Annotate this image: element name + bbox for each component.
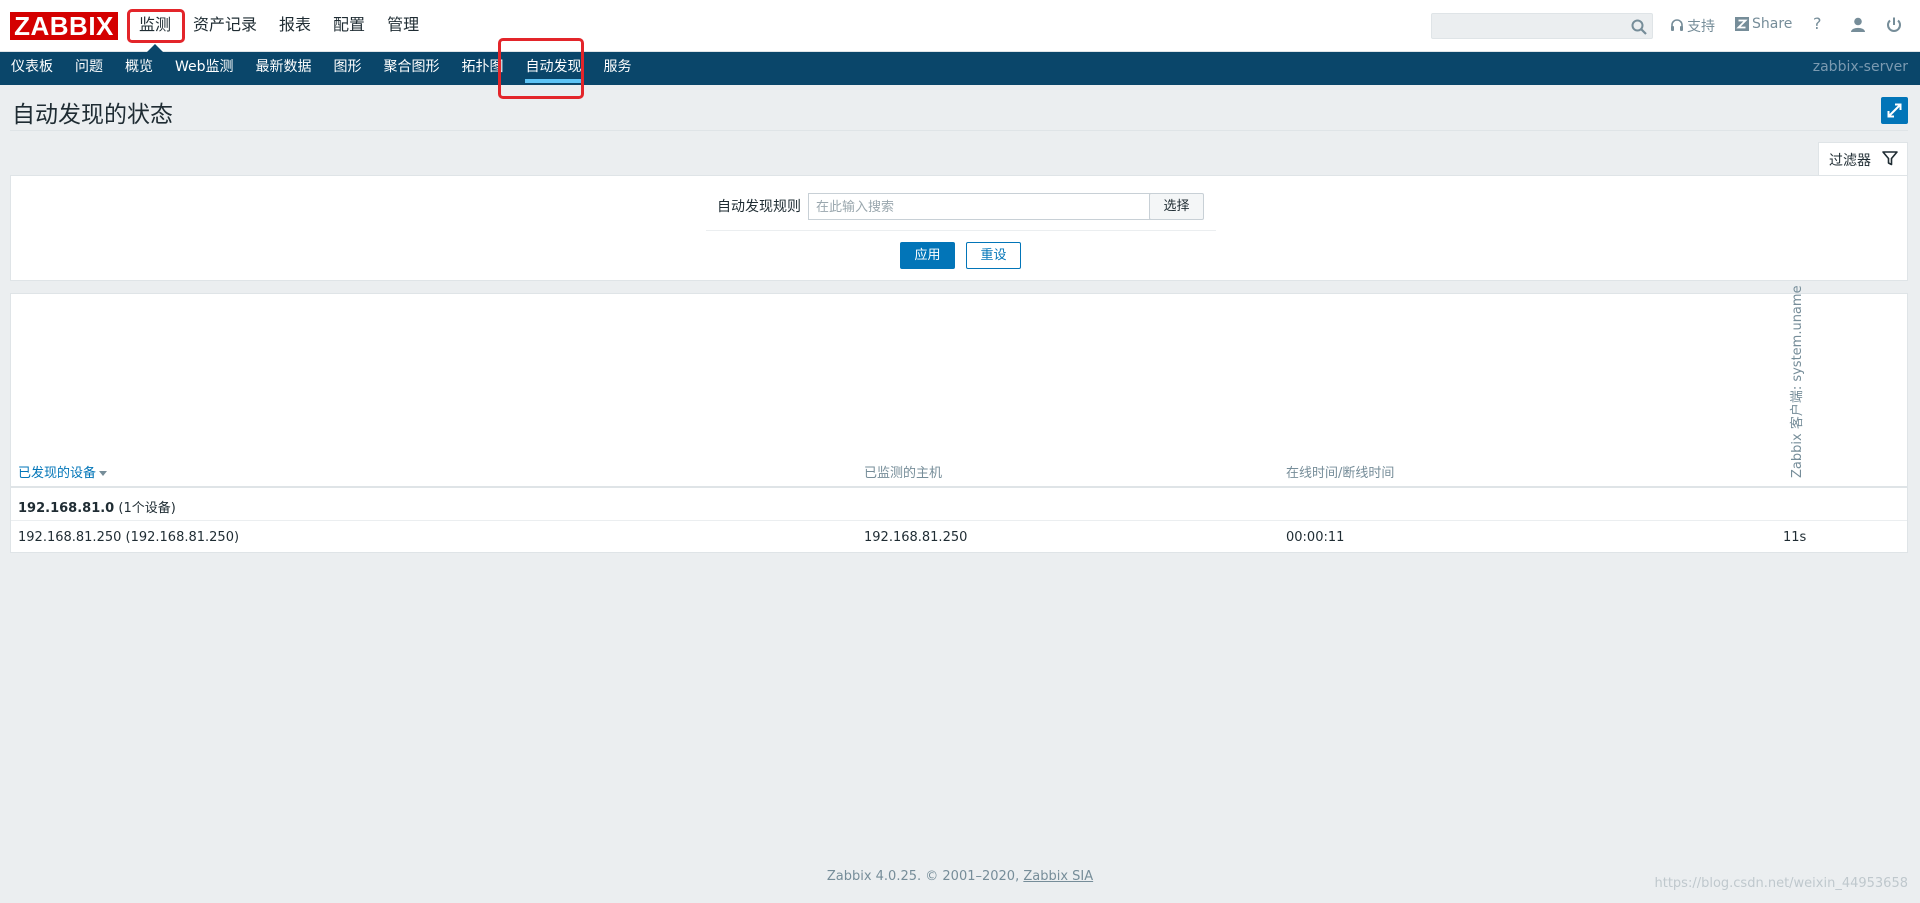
main-menu-administration[interactable]: 管理 <box>376 0 430 52</box>
sub-nav-discovery[interactable]: 自动发现 <box>515 52 593 85</box>
sort-desc-icon <box>99 471 108 476</box>
top-header: ZABBIX 监测 资产记录 报表 配置 管理 支持 Share ? <box>0 0 1920 52</box>
select-button[interactable]: 选择 <box>1149 193 1204 220</box>
main-menu-configuration[interactable]: 配置 <box>322 0 376 52</box>
uptime-cell: 00:00:11 <box>1286 530 1345 545</box>
zabbix-logo[interactable]: ZABBIX <box>10 12 118 40</box>
column-header-discovered-device-label: 已发现的设备 <box>18 466 97 481</box>
filter-panel: 自动发现规则 选择 应用 重设 <box>10 175 1908 281</box>
page-title: 自动发现的状态 <box>12 102 173 128</box>
monitored-host-cell[interactable]: 192.168.81.250 <box>864 530 967 545</box>
watermark: https://blog.csdn.net/weixin_44953658 <box>1654 876 1908 891</box>
server-name: zabbix-server <box>1812 59 1908 75</box>
user-profile-icon[interactable] <box>1848 15 1868 35</box>
sub-nav-screens[interactable]: 聚合图形 <box>373 52 451 85</box>
column-header-uptime-downtime: 在线时间/断线时间 <box>1286 466 1395 481</box>
main-menu: 监测 资产记录 报表 配置 管理 <box>128 0 430 52</box>
sub-nav-web[interactable]: Web监测 <box>164 52 245 85</box>
table-group-row: 192.168.81.0 (1个设备) <box>11 488 1907 521</box>
sub-nav-items: 仪表板 问题 概览 Web监测 最新数据 图形 聚合图形 拓扑图 自动发现 服务 <box>0 52 643 85</box>
reset-button[interactable]: 重设 <box>966 242 1021 269</box>
filter-tab-label: 过滤器 <box>1829 153 1871 169</box>
column-header-check: Zabbix 客户端: system.uname <box>1790 285 1805 478</box>
share-link[interactable]: Share <box>1735 16 1792 32</box>
sub-nav-graphs[interactable]: 图形 <box>323 52 373 85</box>
discovery-rule-input[interactable] <box>808 193 1157 220</box>
support-label: 支持 <box>1687 19 1715 35</box>
main-menu-reports[interactable]: 报表 <box>268 0 322 52</box>
share-label: Share <box>1752 16 1793 32</box>
sub-nav-overview[interactable]: 概览 <box>114 52 164 85</box>
search-icon[interactable] <box>1630 18 1648 36</box>
zabbix-share-icon <box>1735 17 1749 31</box>
group-name: 192.168.81.0 <box>18 501 115 516</box>
footer-text: Zabbix 4.0.25. © 2001–2020, <box>826 869 1020 884</box>
sub-nav-problems[interactable]: 问题 <box>64 52 114 85</box>
table-row: 192.168.81.250 (192.168.81.250) 192.168.… <box>11 521 1907 554</box>
support-link[interactable]: 支持 <box>1670 16 1715 36</box>
global-search <box>1431 13 1653 39</box>
global-search-input[interactable] <box>1432 14 1622 38</box>
filter-divider <box>706 230 1216 231</box>
footer-company-link[interactable]: Zabbix SIA <box>1023 869 1093 884</box>
sub-nav-dashboard[interactable]: 仪表板 <box>0 52 64 85</box>
column-header-monitored-host: 已监测的主机 <box>864 466 943 481</box>
sub-nav: 仪表板 问题 概览 Web监测 最新数据 图形 聚合图形 拓扑图 自动发现 服务… <box>0 52 1920 85</box>
discovery-rule-label: 自动发现规则 <box>717 199 801 215</box>
check-value-cell: 11s <box>1783 530 1807 545</box>
apply-button[interactable]: 应用 <box>900 242 955 269</box>
sign-out-icon[interactable] <box>1884 15 1904 35</box>
footer: Zabbix 4.0.25. © 2001–2020, Zabbix SIA <box>0 869 1920 884</box>
discovery-table: 已发现的设备 已监测的主机 在线时间/断线时间 Zabbix 客户端: syst… <box>10 285 1908 554</box>
filter-icon <box>1882 151 1898 166</box>
title-divider <box>10 130 1908 131</box>
sub-nav-services[interactable]: 服务 <box>593 52 643 85</box>
main-menu-monitoring[interactable]: 监测 <box>128 0 182 52</box>
sub-nav-maps[interactable]: 拓扑图 <box>451 52 515 85</box>
device-cell: 192.168.81.250 (192.168.81.250) <box>18 530 240 545</box>
column-header-discovered-device[interactable]: 已发现的设备 <box>18 462 108 481</box>
fullscreen-button[interactable] <box>1881 97 1908 124</box>
main-menu-inventory[interactable]: 资产记录 <box>182 0 268 52</box>
filter-tab[interactable]: 过滤器 <box>1818 142 1908 176</box>
group-count: (1个设备) <box>118 501 176 516</box>
headset-icon <box>1671 19 1683 31</box>
group-cell: 192.168.81.0 (1个设备) <box>18 497 176 516</box>
sub-nav-latest-data[interactable]: 最新数据 <box>245 52 323 85</box>
fullscreen-icon <box>1887 103 1902 118</box>
help-icon[interactable]: ? <box>1813 14 1822 33</box>
